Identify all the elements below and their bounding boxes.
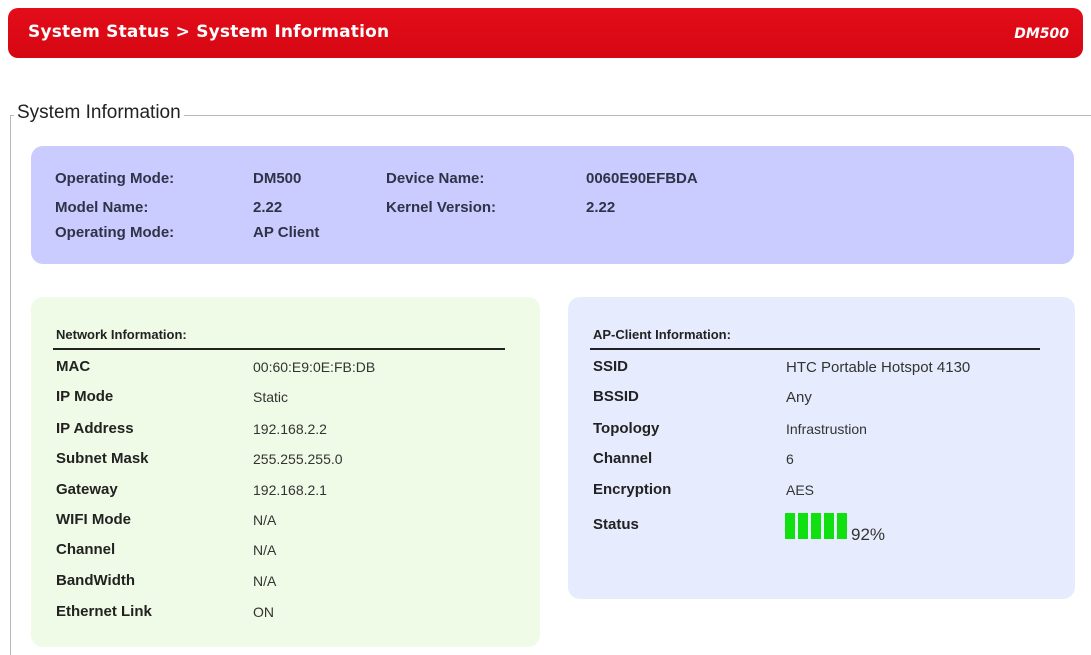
network-row-value: N/A xyxy=(253,512,277,528)
network-row-label: Channel xyxy=(56,541,116,558)
network-info-heading: Network Information: xyxy=(56,327,187,342)
network-info-divider xyxy=(53,348,505,350)
network-row-ip-address: IP Address 192.168.2.2 xyxy=(53,420,513,450)
ap-row-channel: Channel 6 xyxy=(590,450,1050,480)
ap-client-info-divider xyxy=(590,348,1040,350)
network-row-gateway: Gateway 192.168.2.1 xyxy=(53,481,513,511)
ap-client-info-panel: AP-Client Information: SSID HTC Portable… xyxy=(568,297,1075,599)
ap-row-value: HTC Portable Hotspot 4130 xyxy=(786,359,971,376)
signal-bar xyxy=(785,513,795,539)
network-row-value: N/A xyxy=(253,542,277,558)
network-row-label: Gateway xyxy=(56,481,118,498)
network-row-label: MAC xyxy=(56,358,91,375)
ap-row-value: Infrastrustion xyxy=(786,421,867,437)
kernel-version-label: Kernel Version: xyxy=(386,199,497,216)
ap-row-bssid: BSSID Any xyxy=(590,388,1050,418)
ap-row-value: 6 xyxy=(786,451,794,467)
ap-row-label: SSID xyxy=(593,358,629,375)
device-name-label: Device Name: xyxy=(386,170,485,187)
model-name-label: Model Name: xyxy=(55,199,149,216)
network-row-ethernet-link: Ethernet Link ON xyxy=(53,603,513,633)
network-row-label: BandWidth xyxy=(56,572,136,589)
ap-row-label: Topology xyxy=(593,420,660,437)
network-row-wifi-mode: WIFI Mode N/A xyxy=(53,511,513,541)
network-row-label: IP Address xyxy=(56,420,134,437)
kernel-version-value: 2.22 xyxy=(586,199,616,216)
signal-bar xyxy=(811,513,821,539)
network-row-subnet-mask: Subnet Mask 255.255.255.0 xyxy=(53,450,513,480)
breadcrumb: System Status > System Information xyxy=(28,22,390,42)
ap-row-value: AES xyxy=(786,482,815,498)
ap-row-label: Status xyxy=(593,516,639,533)
device-name-value: 0060E90EFBDA xyxy=(586,170,698,187)
ap-row-label: Encryption xyxy=(593,481,672,498)
ap-row-encryption: Encryption AES xyxy=(590,481,1050,511)
ap-row-topology: Topology Infrastrustion xyxy=(590,420,1050,450)
ap-client-info-heading: AP-Client Information: xyxy=(593,327,731,342)
network-row-value: 00:60:E9:0E:FB:DB xyxy=(253,359,376,375)
network-row-value: 192.168.2.1 xyxy=(253,482,327,498)
network-row-value: N/A xyxy=(253,573,277,589)
page-header: System Status > System Information DM500 xyxy=(8,8,1083,58)
operating-mode-label-2: Operating Mode: xyxy=(55,224,175,241)
operating-mode-label: Operating Mode: xyxy=(55,170,175,187)
signal-percent: 92% xyxy=(851,525,886,544)
network-row-label: WIFI Mode xyxy=(56,511,131,528)
network-row-label: Subnet Mask xyxy=(56,450,149,467)
model-badge: DM500 xyxy=(1014,26,1069,42)
network-info-panel: Network Information: MAC 00:60:E9:0E:FB:… xyxy=(31,297,540,647)
network-row-value: ON xyxy=(253,604,274,620)
ap-row-ssid: SSID HTC Portable Hotspot 4130 xyxy=(590,358,1050,388)
network-row-mac: MAC 00:60:E9:0E:FB:DB xyxy=(53,358,513,388)
network-row-channel: Channel N/A xyxy=(53,541,513,571)
system-info-box: Operating Mode: DM500 Model Name: 2.22 O… xyxy=(31,146,1074,264)
network-row-bandwidth: BandWidth N/A xyxy=(53,572,513,602)
model-name-value: 2.22 xyxy=(253,199,283,216)
network-row-label: Ethernet Link xyxy=(56,603,152,620)
operating-mode-value-2: AP Client xyxy=(253,224,320,241)
section-frame-left xyxy=(10,115,11,655)
network-row-value: 192.168.2.2 xyxy=(253,421,327,437)
network-row-value: 255.255.255.0 xyxy=(253,451,343,467)
signal-bar xyxy=(837,513,847,539)
signal-bar xyxy=(798,513,808,539)
signal-bar xyxy=(824,513,834,539)
network-row-label: IP Mode xyxy=(56,388,114,405)
network-row-ip-mode: IP Mode Static xyxy=(53,388,513,418)
ap-row-value: Any xyxy=(786,389,812,406)
ap-row-label: Channel xyxy=(593,450,653,467)
section-legend: System Information xyxy=(14,102,184,124)
network-row-value: Static xyxy=(253,389,289,405)
ap-row-label: BSSID xyxy=(593,388,639,405)
operating-mode-value: DM500 xyxy=(253,170,302,187)
